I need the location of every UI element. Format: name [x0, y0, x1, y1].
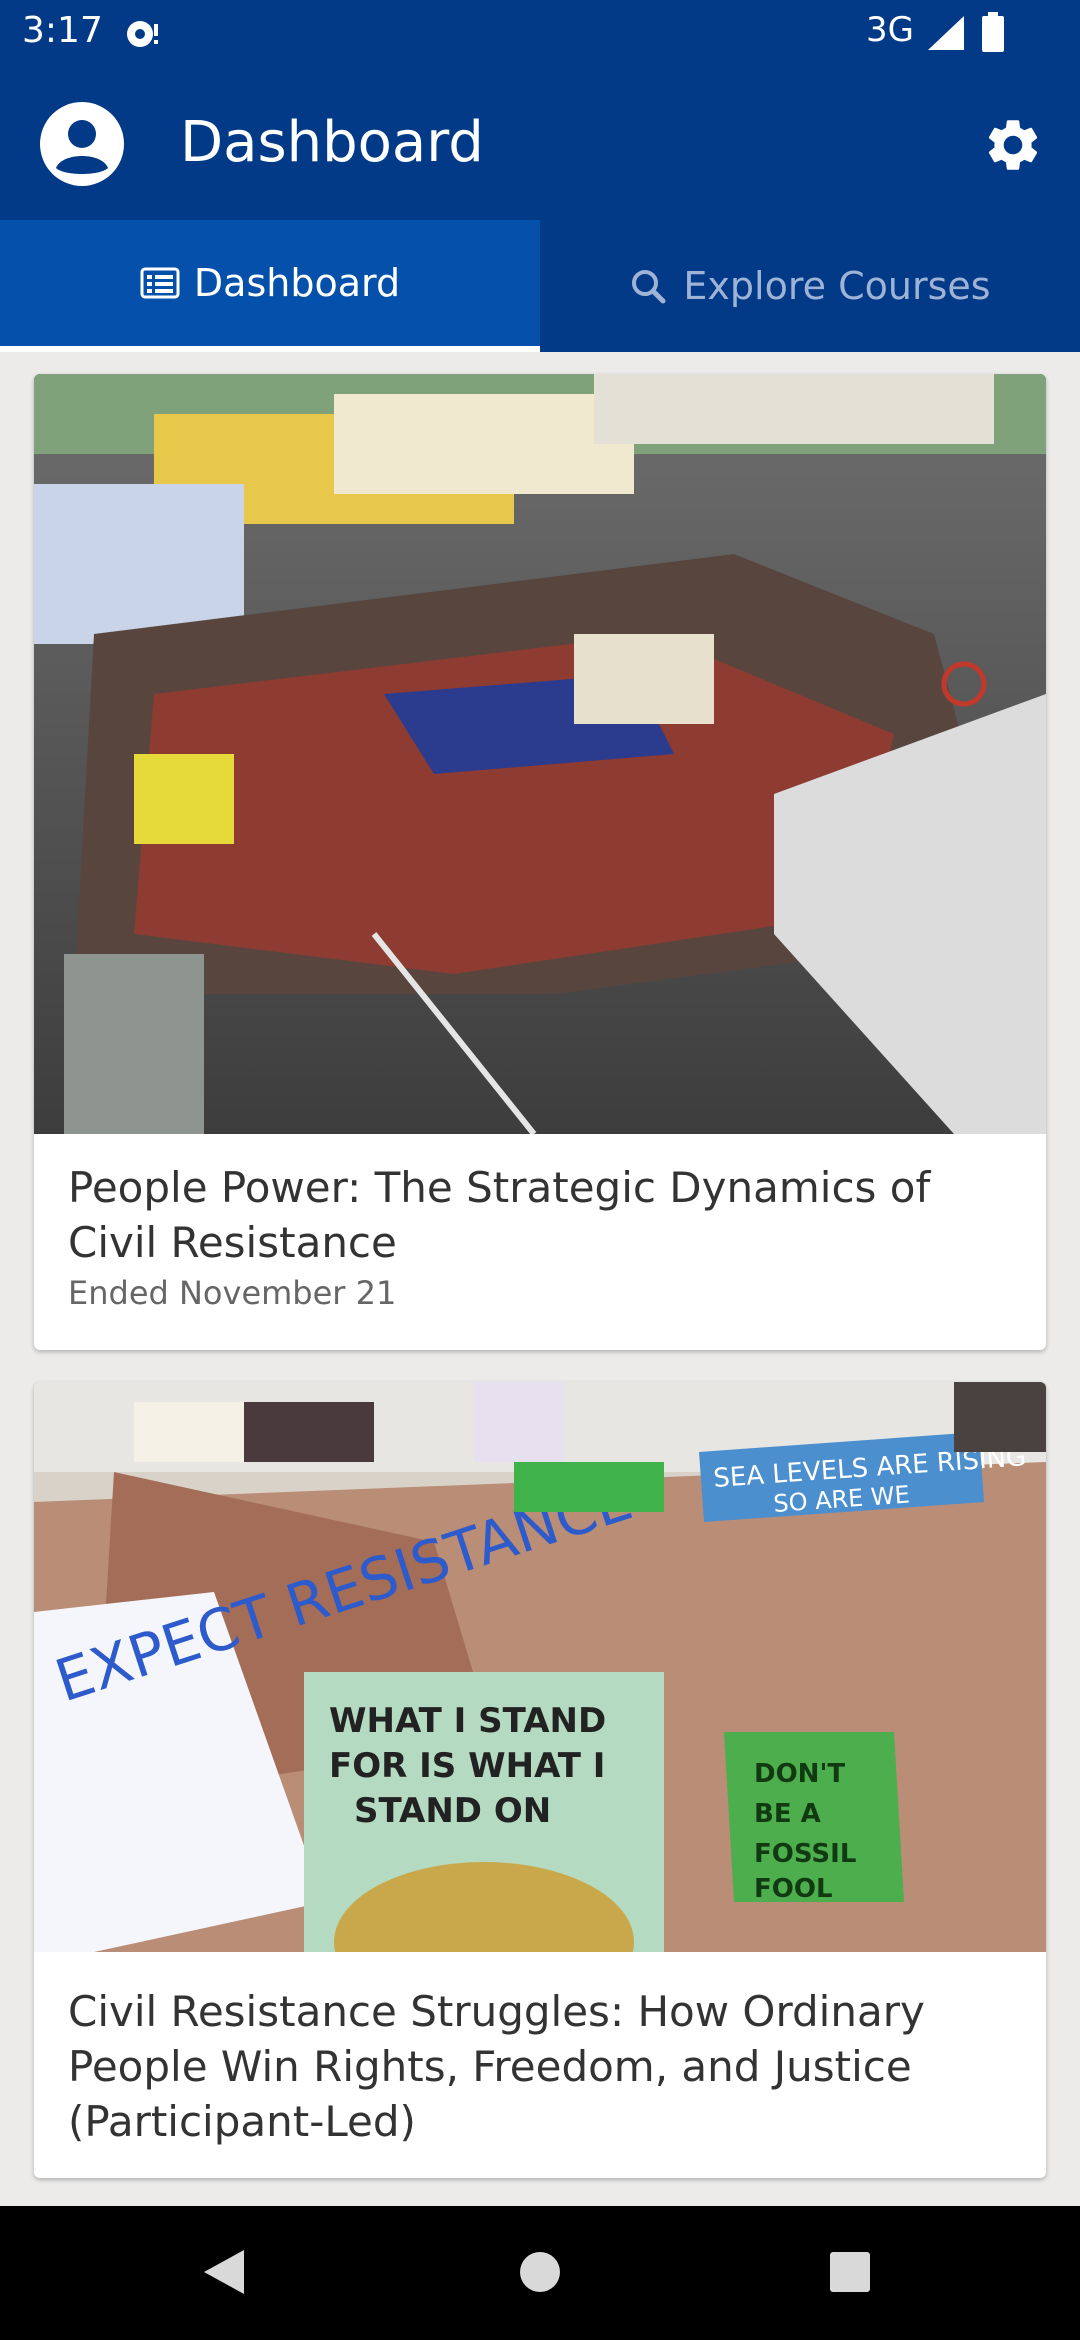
system-nav-bar: [0, 2206, 1080, 2340]
tab-dashboard[interactable]: Dashboard: [0, 220, 540, 352]
battery-icon: [982, 12, 1004, 52]
notification-icon: [127, 21, 158, 47]
course-title: Civil Resistance Struggles: How Ordinary…: [68, 1987, 925, 2146]
search-icon: [632, 270, 666, 304]
page-title: Dashboard: [180, 110, 484, 175]
network-type: 3G: [866, 10, 914, 50]
settings-gear-icon[interactable]: [982, 114, 1044, 176]
svg-text:FOOL: FOOL: [754, 1874, 833, 1904]
tab-bar: Dashboard Explore Courses: [0, 220, 1080, 352]
svg-text:STAND ON: STAND ON: [354, 1791, 551, 1831]
svg-text:FOR IS WHAT I: FOR IS WHAT I: [329, 1746, 605, 1786]
course-card[interactable]: EXPECT RESISTANCE WHAT I STAND FOR IS WH…: [34, 1382, 1046, 2178]
app-bar: Dashboard: [0, 66, 1080, 220]
recents-icon[interactable]: [828, 2246, 872, 2298]
svg-text:FOSSIL: FOSSIL: [754, 1839, 856, 1869]
climate-protest-photo: EXPECT RESISTANCE WHAT I STAND FOR IS WH…: [34, 1382, 1046, 1952]
list-icon: [140, 267, 180, 299]
status-time: 3:17: [22, 10, 103, 51]
course-title: People Power: The Strategic Dynamics of …: [68, 1163, 931, 1267]
back-icon[interactable]: [200, 2246, 248, 2298]
account-avatar-icon[interactable]: [40, 102, 124, 186]
status-bar: 3:17 3G: [0, 0, 1080, 66]
course-status: Ended November 21: [68, 1274, 397, 1312]
home-icon[interactable]: [518, 2246, 562, 2298]
tab-explore-courses[interactable]: Explore Courses: [540, 220, 1080, 352]
protest-march-photo: [34, 374, 1046, 1134]
svg-text:WHAT I STAND: WHAT I STAND: [329, 1701, 606, 1741]
course-card[interactable]: People Power: The Strategic Dynamics of …: [34, 374, 1046, 1350]
tab-explore-courses-label: Explore Courses: [683, 264, 991, 308]
svg-text:BE A: BE A: [754, 1799, 821, 1829]
tab-dashboard-label: Dashboard: [193, 261, 401, 305]
signal-icon: [928, 16, 964, 50]
svg-text:DON'T: DON'T: [754, 1759, 845, 1789]
